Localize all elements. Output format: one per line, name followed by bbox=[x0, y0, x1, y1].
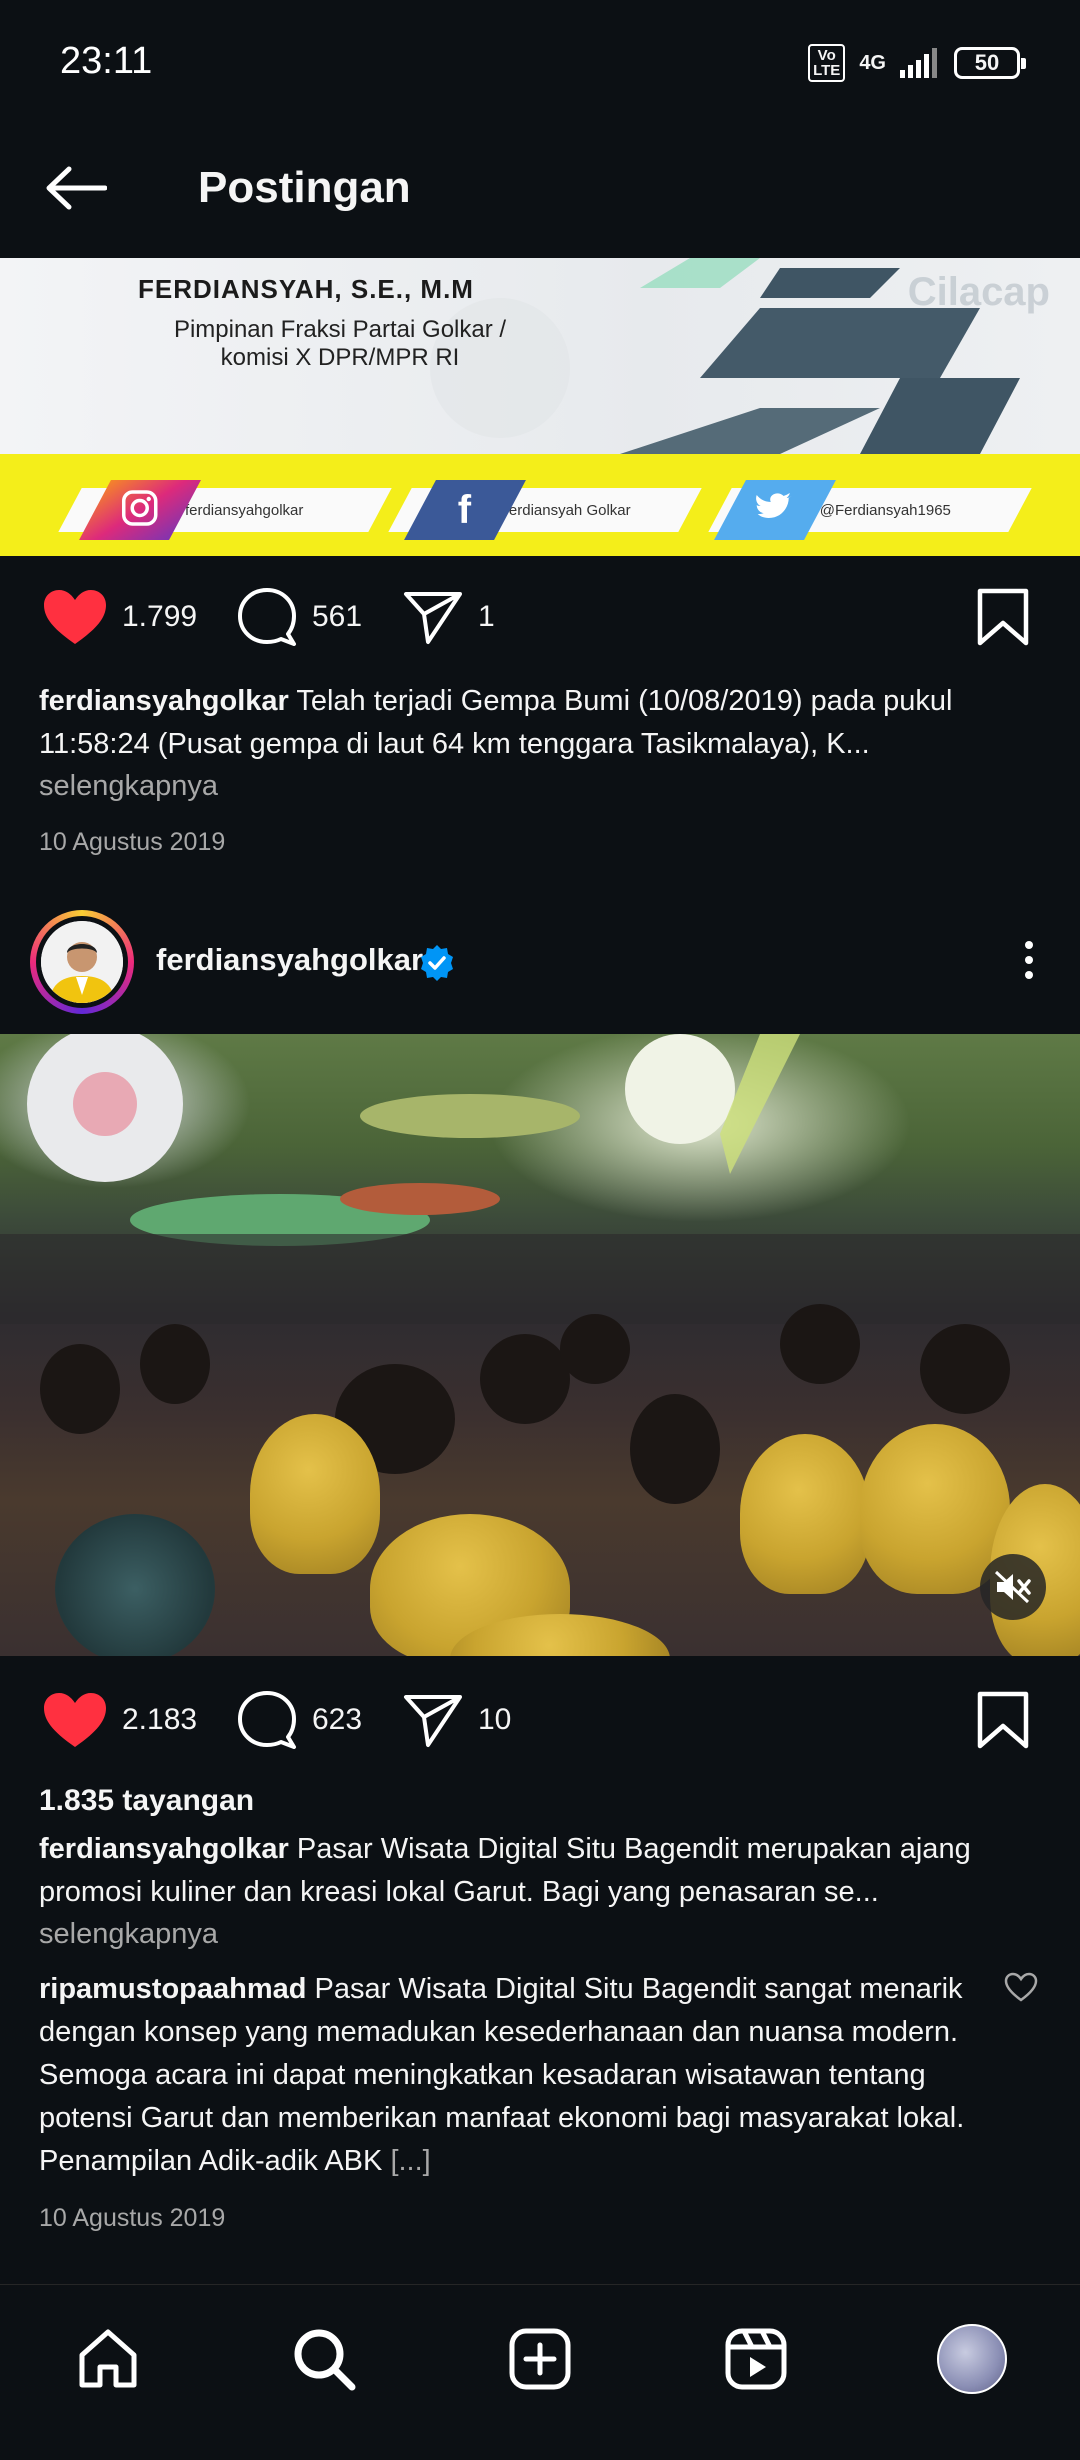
top-navigation: Postingan bbox=[0, 130, 1080, 258]
post2-video[interactable] bbox=[0, 1034, 1080, 1656]
post2-save-button[interactable] bbox=[976, 1690, 1030, 1755]
post2-comment-count: 623 bbox=[312, 1703, 363, 1736]
post2-caption: ferdiansyahgolkar Pasar Wisata Digital S… bbox=[39, 1828, 1039, 1914]
verified-badge-icon bbox=[421, 945, 453, 981]
post2-share-button[interactable]: 10 bbox=[402, 1680, 511, 1760]
dot bbox=[1025, 971, 1033, 979]
battery-icon: 50 bbox=[954, 47, 1026, 79]
avatar bbox=[41, 921, 123, 1003]
network-type: 4G bbox=[859, 52, 886, 74]
nav-profile[interactable] bbox=[932, 2319, 1012, 2399]
post2-comment-button[interactable]: 623 bbox=[236, 1680, 362, 1760]
more-options-button[interactable] bbox=[1004, 930, 1054, 990]
nav-create[interactable] bbox=[500, 2319, 580, 2399]
post-image-banner[interactable]: FERDIANSYAH, S.E., M.M Pimpinan Fraksi P… bbox=[0, 258, 1080, 556]
status-icons: Vo LTE 4G 50 bbox=[808, 44, 1026, 82]
bookmark-icon bbox=[977, 1691, 1029, 1749]
post2-actions: 2.183 623 10 bbox=[0, 1680, 1080, 1760]
post2-more-link[interactable]: selengkapnya bbox=[39, 1918, 218, 1951]
post2-like-button[interactable]: 2.183 bbox=[42, 1680, 197, 1760]
send-icon bbox=[404, 1695, 462, 1747]
post2-like-count: 2.183 bbox=[122, 1703, 198, 1736]
comment-icon bbox=[238, 1691, 296, 1749]
signal-icon bbox=[900, 48, 937, 78]
mute-button[interactable] bbox=[980, 1554, 1046, 1620]
profile-avatar bbox=[937, 2324, 1007, 2394]
post1-save-button[interactable] bbox=[976, 587, 1030, 652]
post1-share-count: 1 bbox=[478, 600, 495, 633]
banner-top: FERDIANSYAH, S.E., M.M Pimpinan Fraksi P… bbox=[0, 258, 1080, 454]
search-icon bbox=[294, 2329, 356, 2391]
post1-more-link[interactable]: selengkapnya bbox=[39, 770, 218, 803]
speaker-muted-icon bbox=[994, 1570, 1031, 1604]
heart-filled-icon bbox=[44, 1693, 106, 1747]
reels-icon bbox=[725, 2328, 787, 2390]
post2-views: 1.835 tayangan bbox=[39, 1784, 255, 1817]
post1-comment-count: 561 bbox=[312, 600, 363, 633]
back-button[interactable] bbox=[42, 154, 110, 222]
post1-caption: ferdiansyahgolkar Telah terjadi Gempa Bu… bbox=[39, 680, 1039, 766]
post2-date: 10 Agustus 2019 bbox=[39, 2204, 226, 2232]
dot bbox=[1025, 956, 1033, 964]
post2-header: ferdiansyahgolkar bbox=[0, 900, 1080, 1030]
nav-reels[interactable] bbox=[716, 2319, 796, 2399]
banner-name: FERDIANSYAH, S.E., M.M bbox=[138, 274, 474, 304]
banner-subtitle: Pimpinan Fraksi Partai Golkar / komisi X… bbox=[173, 316, 507, 371]
nav-home[interactable] bbox=[68, 2319, 148, 2399]
status-time: 23:11 bbox=[60, 40, 153, 82]
banner-place: Cilacap bbox=[907, 270, 1050, 314]
post1-share-button[interactable]: 1 bbox=[402, 577, 495, 657]
arrow-left-icon bbox=[46, 166, 107, 210]
dot bbox=[1025, 941, 1033, 949]
post2-username[interactable]: ferdiansyahgolkar bbox=[156, 942, 423, 978]
volte-icon: Vo LTE bbox=[808, 44, 846, 82]
send-icon bbox=[404, 592, 462, 644]
comment-like-heart-icon[interactable] bbox=[1004, 1972, 1038, 2002]
bottom-navigation bbox=[0, 2284, 1080, 2460]
comment-more[interactable]: [...] bbox=[390, 2145, 430, 2177]
home-icon bbox=[79, 2329, 137, 2388]
post2-top-comment: ripamustopaahmad Pasar Wisata Digital Si… bbox=[39, 1968, 979, 2183]
nav-search[interactable] bbox=[284, 2319, 364, 2399]
crowd bbox=[0, 1284, 1080, 1656]
post1-comment-button[interactable]: 561 bbox=[236, 577, 362, 657]
status-bar: 23:11 Vo LTE 4G 50 bbox=[0, 0, 1080, 130]
post1-date: 10 Agustus 2019 bbox=[39, 828, 226, 856]
banner-social-strip: @ferdiansyahgolkar Ferdiansyah Golkar f … bbox=[0, 454, 1080, 556]
comment-user[interactable]: ripamustopaahmad bbox=[39, 1973, 307, 2005]
post1-caption-user[interactable]: ferdiansyahgolkar bbox=[39, 685, 289, 717]
post1-like-count: 1.799 bbox=[122, 600, 198, 633]
story-ring[interactable] bbox=[30, 910, 134, 1014]
create-icon bbox=[509, 2328, 571, 2390]
post2-share-count: 10 bbox=[478, 1703, 512, 1736]
bookmark-icon bbox=[977, 588, 1029, 646]
post1-like-button[interactable]: 1.799 bbox=[42, 577, 197, 657]
heart-filled-icon bbox=[44, 590, 106, 644]
comment-icon bbox=[238, 588, 296, 646]
post1-actions: 1.799 561 1 bbox=[0, 577, 1080, 657]
page-title: Postingan bbox=[198, 163, 411, 212]
post2-caption-user[interactable]: ferdiansyahgolkar bbox=[39, 1833, 289, 1865]
battery-level: 50 bbox=[974, 50, 1000, 75]
